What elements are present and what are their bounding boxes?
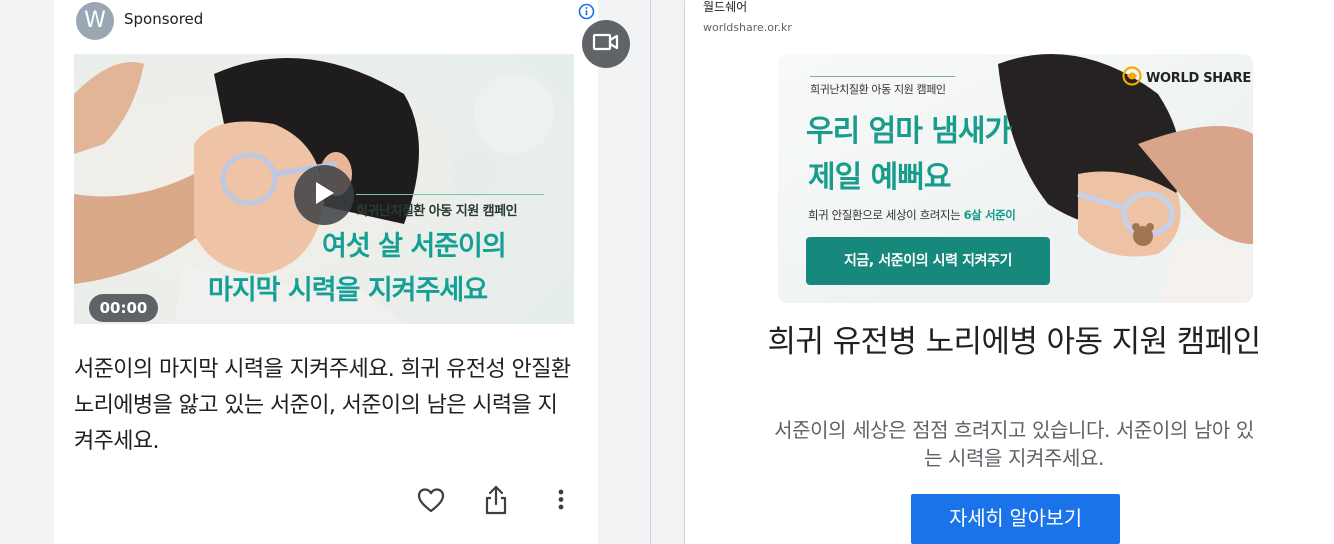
more-options-button[interactable] xyxy=(552,486,570,514)
info-icon[interactable] xyxy=(578,3,595,20)
video-kicker: 희귀난치질환 아동 지원 캠페인 xyxy=(356,204,518,219)
video-headline-line2: 마지막 시력을 지켜주세요 xyxy=(208,275,488,306)
ad-description: 서준이의 세상은 점점 흐려지고 있습니다. 서준이의 남아 있는 시력을 지켜… xyxy=(774,418,1254,470)
video-camera-button[interactable] xyxy=(582,20,630,68)
world-share-logo-icon xyxy=(1122,66,1142,90)
world-share-logo-text: WORLD SHARE xyxy=(1146,70,1251,86)
advertiser-avatar: W xyxy=(76,2,114,40)
column-divider xyxy=(650,0,651,544)
ad-body-text[interactable]: 서준이의 마지막 시력을 지켜주세요. 희귀 유전성 안질환 노리에병을 앓고 … xyxy=(74,352,574,460)
video-camera-icon xyxy=(592,32,620,56)
learn-more-button[interactable]: 자세히 알아보기 xyxy=(911,494,1120,544)
video-kicker-rule xyxy=(356,194,544,195)
video-player[interactable]: 희귀난치질환 아동 지원 캠페인 여섯 살 서준이의 마지막 시력을 지켜주세요 xyxy=(74,54,574,324)
banner-subline-text: 희귀 안질환으로 세상이 흐려지는 xyxy=(808,208,961,222)
banner-kicker: 희귀난치질환 아동 지원 캠페인 xyxy=(810,83,946,96)
banner-subline-accent: 6살 서준이 xyxy=(963,208,1016,222)
sponsored-label: Sponsored xyxy=(124,10,204,28)
banner-kicker-rule xyxy=(810,76,955,77)
banner-subline: 희귀 안질환으로 세상이 흐려지는 6살 서준이 xyxy=(808,207,1016,223)
share-button[interactable] xyxy=(482,484,510,516)
video-headline-line1: 여섯 살 서준이의 xyxy=(322,231,507,262)
video-timestamp: 00:00 xyxy=(89,294,158,322)
banner-headline-line2: 제일 예뻐요 xyxy=(808,160,951,195)
play-button[interactable] xyxy=(294,165,354,225)
more-vert-icon xyxy=(552,489,570,518)
advertiser-name[interactable]: 월드쉐어 xyxy=(703,0,747,15)
world-share-logo: WORLD SHARE xyxy=(1122,66,1251,90)
heart-icon xyxy=(416,488,446,518)
like-button[interactable] xyxy=(416,486,446,514)
banner-headline-line1: 우리 엄마 냄새가 xyxy=(806,114,1012,149)
ad-title[interactable]: 희귀 유전병 노리에병 아동 지원 캠페인 xyxy=(760,322,1268,362)
banner-cta-button[interactable]: 지금, 서준이의 시력 지켜주기 xyxy=(806,237,1050,285)
play-icon xyxy=(312,180,336,210)
share-icon xyxy=(482,485,510,520)
advertiser-domain[interactable]: worldshare.or.kr xyxy=(703,21,792,34)
